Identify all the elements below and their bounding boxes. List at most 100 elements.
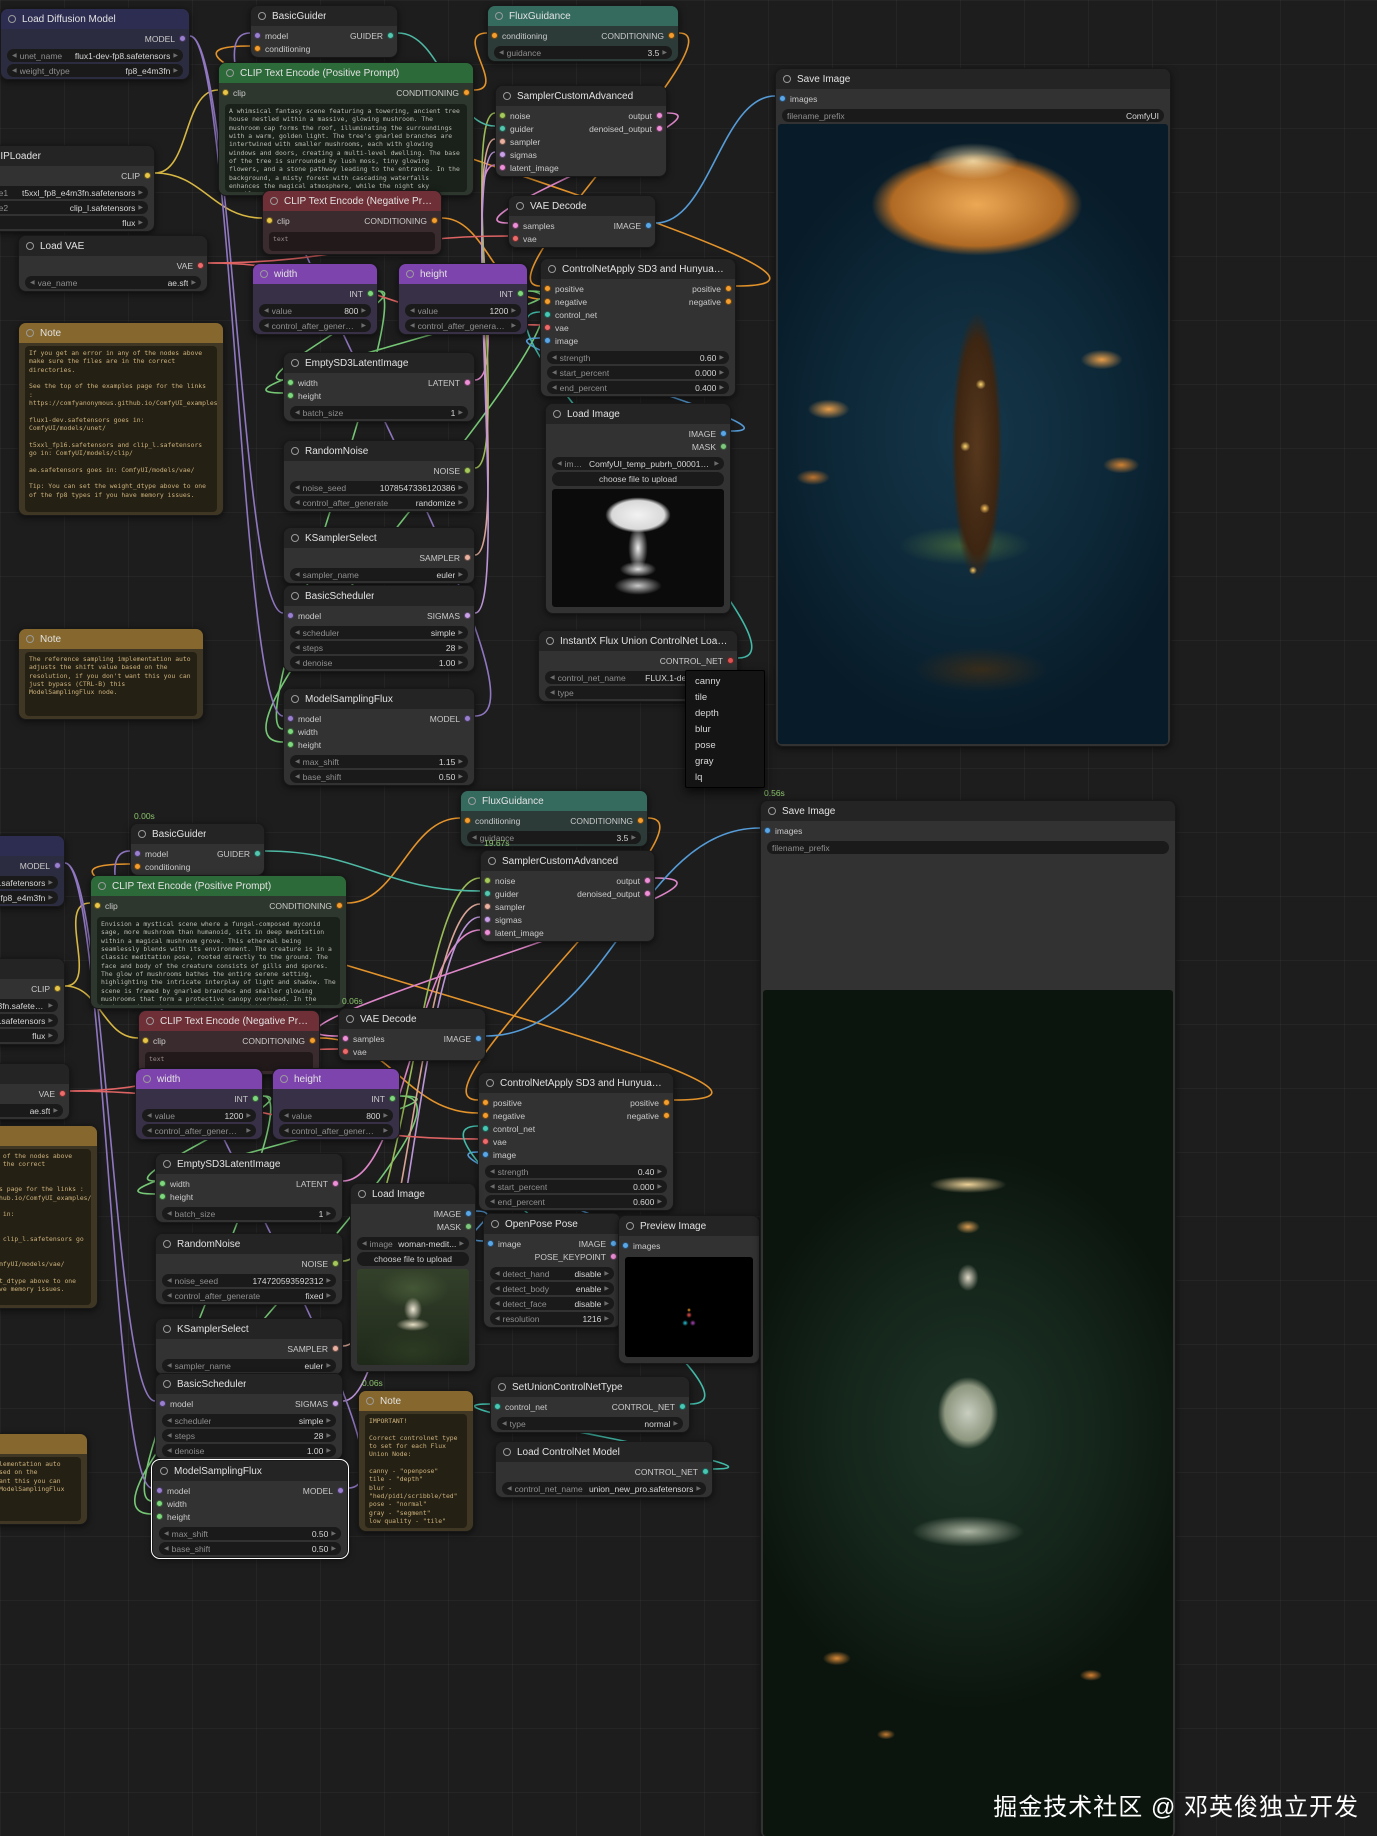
decrement-arrow[interactable]: ◀: [490, 1168, 495, 1175]
output-slot-CONDITIONING-dot[interactable]: [637, 817, 644, 824]
output-slot-CONDITIONING-dot[interactable]: [431, 217, 438, 224]
decrement-arrow[interactable]: ◀: [147, 1112, 152, 1119]
increment-arrow[interactable]: ▶: [458, 571, 463, 578]
collapse-dot[interactable]: [98, 882, 106, 890]
input-slot-model-dot[interactable]: [156, 1487, 163, 1494]
node-header[interactable]: Note: [0, 1126, 97, 1146]
collapse-dot[interactable]: [226, 69, 234, 77]
input-slot-latent_image-dot[interactable]: [499, 164, 506, 171]
increment-arrow[interactable]: ▶: [458, 484, 463, 491]
node-header[interactable]: VAE Decode: [509, 196, 655, 216]
collapse-dot[interactable]: [553, 410, 561, 418]
node-header[interactable]: BasicGuider: [251, 6, 397, 26]
input-slot-negative-dot[interactable]: [482, 1112, 489, 1119]
increment-arrow[interactable]: ▶: [458, 499, 463, 506]
decrement-arrow[interactable]: ◀: [284, 1127, 289, 1134]
increment-arrow[interactable]: ▶: [631, 834, 636, 841]
node-load_vae_2[interactable]: Load VAEVAE◀vae_nameae.sft▶: [0, 1063, 70, 1120]
increment-arrow[interactable]: ▶: [326, 1362, 331, 1369]
output-slot-CONTROL_NET-dot[interactable]: [727, 657, 734, 664]
decrement-arrow[interactable]: ◀: [295, 659, 300, 666]
increment-arrow[interactable]: ▶: [714, 460, 719, 467]
collapse-dot[interactable]: [163, 1160, 171, 1168]
node-sampler_custom_advanced_1[interactable]: SamplerCustomAdvancednoiseoutputguiderde…: [495, 85, 667, 177]
collapse-dot[interactable]: [160, 1467, 168, 1475]
decrement-arrow[interactable]: ◀: [30, 279, 35, 286]
widget-image[interactable]: ◀imagewoman-medit...▶: [357, 1237, 469, 1250]
node-model_sampling_flux_1[interactable]: ModelSamplingFluxmodelMODELwidthheight◀m…: [283, 688, 475, 786]
increment-arrow[interactable]: ▶: [673, 1420, 678, 1427]
collapse-dot[interactable]: [291, 534, 299, 542]
node-header[interactable]: BasicGuider: [131, 824, 264, 844]
node-header[interactable]: SamplerCustomAdvanced: [481, 851, 654, 871]
node-header[interactable]: InstantX Flux Union ControlNet Loader: [539, 631, 737, 651]
output-slot-NOISE-dot[interactable]: [464, 467, 471, 474]
prompt-textarea[interactable]: A whimsical fantasy scene featuring a to…: [225, 104, 467, 192]
decrement-arrow[interactable]: ◀: [495, 1270, 500, 1277]
input-slot-images-dot[interactable]: [622, 1242, 629, 1249]
widget-end_percent[interactable]: ◀end_percent0.400▶: [547, 381, 729, 394]
widget-image[interactable]: ◀imageComfyUI_temp_pubrh_00001_.png▶: [552, 457, 724, 470]
increment-arrow[interactable]: ▶: [511, 322, 516, 329]
input-slot-image-dot[interactable]: [544, 337, 551, 344]
decrement-arrow[interactable]: ◀: [164, 1530, 169, 1537]
decrement-arrow[interactable]: ◀: [552, 384, 557, 391]
output-slot-GUIDER-dot[interactable]: [254, 850, 261, 857]
collapse-dot[interactable]: [26, 635, 34, 643]
collapse-dot[interactable]: [163, 1240, 171, 1248]
increment-arrow[interactable]: ▶: [657, 1198, 662, 1205]
input-slot-width-dot[interactable]: [287, 379, 294, 386]
node-note_1[interactable]: NoteIf you get an error in any of the no…: [18, 322, 224, 516]
increment-arrow[interactable]: ▶: [53, 1107, 58, 1114]
input-slot-sampler-dot[interactable]: [499, 138, 506, 145]
decrement-arrow[interactable]: ◀: [552, 354, 557, 361]
decrement-arrow[interactable]: ◀: [490, 1183, 495, 1190]
collapse-dot[interactable]: [491, 1220, 499, 1228]
widget-base_shift[interactable]: ◀base_shift0.50▶: [159, 1542, 341, 1555]
decrement-arrow[interactable]: ◀: [472, 834, 477, 841]
output-slot-IMAGE-dot[interactable]: [645, 222, 652, 229]
increment-arrow[interactable]: ▶: [326, 1432, 331, 1439]
output-slot-SAMPLER-dot[interactable]: [464, 554, 471, 561]
increment-arrow[interactable]: ▶: [458, 629, 463, 636]
node-header[interactable]: SetUnionControlNetType: [491, 1377, 689, 1397]
output-slot-MASK-dot[interactable]: [465, 1223, 472, 1230]
widget-guidance[interactable]: ◀guidance3.5▶: [494, 46, 672, 59]
node-header[interactable]: ModelSamplingFlux: [153, 1461, 347, 1481]
increment-arrow[interactable]: ▶: [719, 369, 724, 376]
increment-arrow[interactable]: ▶: [458, 773, 463, 780]
widget-vae_name[interactable]: ◀vae_nameae.sft▶: [0, 1104, 63, 1117]
output-slot-NOISE-dot[interactable]: [332, 1260, 339, 1267]
collapse-dot[interactable]: [406, 270, 414, 278]
output-slot-positive-dot[interactable]: [725, 285, 732, 292]
increment-arrow[interactable]: ▶: [326, 1210, 331, 1217]
node-clip_neg_1[interactable]: CLIP Text Encode (Negative Prompt)clipCO…: [262, 190, 442, 255]
widget-scheduler[interactable]: ◀schedulersimple▶: [162, 1414, 336, 1427]
graph-canvas[interactable]: 掘金技术社区 @ 邓英俊独立开发 Load Diffusion ModelMOD…: [0, 0, 1377, 1836]
widget-control_net_name[interactable]: ◀control_net_nameunion_new_pro.safetenso…: [502, 1482, 706, 1495]
node-load_diffusion_model_1[interactable]: Load Diffusion ModelMODEL◀unet_nameflux1…: [0, 8, 190, 80]
increment-arrow[interactable]: ▶: [657, 1183, 662, 1190]
output-slot-INT-dot[interactable]: [517, 290, 524, 297]
node-width_2[interactable]: widthINT◀value1200▶◀control_after_genera…: [135, 1068, 263, 1140]
node-save_image_1[interactable]: Save Imageimagesfilename_prefixComfyUI: [775, 68, 1171, 747]
input-slot-height-dot[interactable]: [156, 1513, 163, 1520]
collapse-dot[interactable]: [291, 592, 299, 600]
widget-noise_seed[interactable]: ◀noise_seed174720593592312▶: [162, 1274, 336, 1287]
collapse-dot[interactable]: [146, 1017, 154, 1025]
node-header[interactable]: width: [136, 1069, 262, 1089]
input-slot-guider-dot[interactable]: [499, 125, 506, 132]
increment-arrow[interactable]: ▶: [361, 322, 366, 329]
menu-item-tile[interactable]: tile: [686, 689, 764, 705]
node-header[interactable]: FluxGuidance: [488, 6, 678, 26]
output-slot-MASK-dot[interactable]: [720, 443, 727, 450]
input-slot-vae-dot[interactable]: [512, 235, 519, 242]
input-slot-height-dot[interactable]: [287, 392, 294, 399]
input-slot-conditioning-dot[interactable]: [254, 45, 261, 52]
decrement-arrow[interactable]: ◀: [295, 758, 300, 765]
node-ksampler_select_1[interactable]: KSamplerSelectSAMPLER◀sampler_nameeuler▶: [283, 527, 475, 584]
node-empty_latent_2[interactable]: EmptySD3LatentImagewidthLATENTheight◀bat…: [155, 1153, 343, 1223]
decrement-arrow[interactable]: ◀: [264, 322, 269, 329]
widget-control_after_generate.[interactable]: ◀control_after_generate.▶: [405, 319, 521, 332]
input-slot-images-dot[interactable]: [779, 95, 786, 102]
